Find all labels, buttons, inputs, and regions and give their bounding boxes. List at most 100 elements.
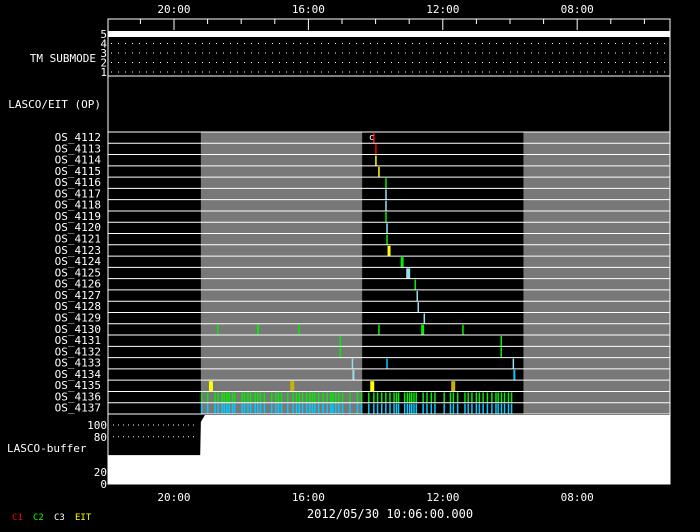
marker xyxy=(495,392,497,403)
marker xyxy=(228,392,230,403)
marker xyxy=(495,403,497,414)
marker xyxy=(491,403,493,414)
lasco-buffer-label: LASCO-buffer xyxy=(7,442,87,455)
marker xyxy=(386,234,388,245)
marker xyxy=(206,403,209,414)
marker xyxy=(259,392,262,403)
marker xyxy=(503,403,506,414)
marker xyxy=(313,403,316,414)
marker xyxy=(393,403,395,414)
marker xyxy=(413,403,415,414)
marker xyxy=(290,381,295,392)
marker xyxy=(313,392,316,403)
marker xyxy=(256,324,259,336)
gray-period xyxy=(200,132,363,414)
marker xyxy=(311,392,314,403)
marker xyxy=(385,200,387,211)
marker xyxy=(503,392,506,403)
marker xyxy=(376,403,379,414)
marker xyxy=(256,392,259,403)
marker xyxy=(263,403,266,414)
marker xyxy=(356,403,359,414)
legend-c2: C2 xyxy=(33,513,44,523)
marker xyxy=(415,403,417,414)
marker xyxy=(464,403,466,414)
marker xyxy=(475,403,478,414)
time-label-top: 20:00 xyxy=(157,3,190,16)
marker xyxy=(452,392,455,403)
marker xyxy=(330,392,332,403)
marker xyxy=(375,155,377,166)
marker xyxy=(226,403,228,414)
marker xyxy=(311,403,314,414)
marker xyxy=(292,403,294,414)
marker xyxy=(263,392,266,403)
marker xyxy=(512,358,515,369)
marker xyxy=(497,392,499,403)
marker xyxy=(471,403,473,414)
marker xyxy=(339,336,342,347)
marker xyxy=(378,324,380,336)
marker xyxy=(462,324,464,336)
marker xyxy=(513,369,516,381)
marker xyxy=(243,392,246,403)
marker xyxy=(231,403,234,414)
marker xyxy=(280,392,283,403)
marker xyxy=(406,392,409,403)
marker xyxy=(426,403,428,414)
time-label-bottom: 12:00 xyxy=(426,491,459,504)
date-label: 2012/05/30 10:06:00.000 xyxy=(307,507,473,521)
marker xyxy=(206,392,209,403)
marker xyxy=(259,403,262,414)
marker xyxy=(277,392,280,403)
marker xyxy=(226,392,228,403)
marker xyxy=(216,324,219,336)
marker xyxy=(464,392,466,403)
marker xyxy=(406,268,411,279)
marker xyxy=(305,403,308,414)
marker xyxy=(339,347,342,358)
marker xyxy=(507,403,510,414)
buffer-scale-label: 80 xyxy=(94,431,107,444)
marker xyxy=(214,403,216,414)
marker xyxy=(449,392,452,403)
marker xyxy=(360,392,363,403)
marker xyxy=(397,403,400,414)
marker xyxy=(317,403,320,414)
marker xyxy=(243,403,246,414)
marker xyxy=(482,392,484,403)
marker xyxy=(386,223,388,234)
marker xyxy=(368,403,370,414)
marker xyxy=(403,392,406,403)
marker xyxy=(335,392,337,403)
marker xyxy=(486,392,489,403)
marker xyxy=(349,403,351,414)
marker xyxy=(341,403,344,414)
marker xyxy=(228,403,230,414)
marker xyxy=(456,403,459,414)
marker xyxy=(373,403,375,414)
marker xyxy=(413,392,415,403)
marker xyxy=(214,392,216,403)
marker xyxy=(375,144,377,155)
marker xyxy=(451,381,456,392)
marker xyxy=(286,403,289,414)
marker xyxy=(449,403,452,414)
marker xyxy=(332,392,334,403)
marker xyxy=(410,392,413,403)
legend-eit: EIT xyxy=(75,513,92,523)
marker xyxy=(414,279,416,290)
marker xyxy=(254,403,256,414)
marker xyxy=(256,403,259,414)
marker xyxy=(434,392,436,403)
marker xyxy=(478,403,481,414)
time-label-top: 08:00 xyxy=(561,3,594,16)
buffer-scale-label: 0 xyxy=(100,478,107,491)
marker xyxy=(434,403,436,414)
marker xyxy=(217,392,219,403)
marker xyxy=(385,189,387,200)
marker xyxy=(467,403,469,414)
legend-c1: C1 xyxy=(12,513,23,523)
marker xyxy=(471,392,473,403)
marker xyxy=(491,392,493,403)
